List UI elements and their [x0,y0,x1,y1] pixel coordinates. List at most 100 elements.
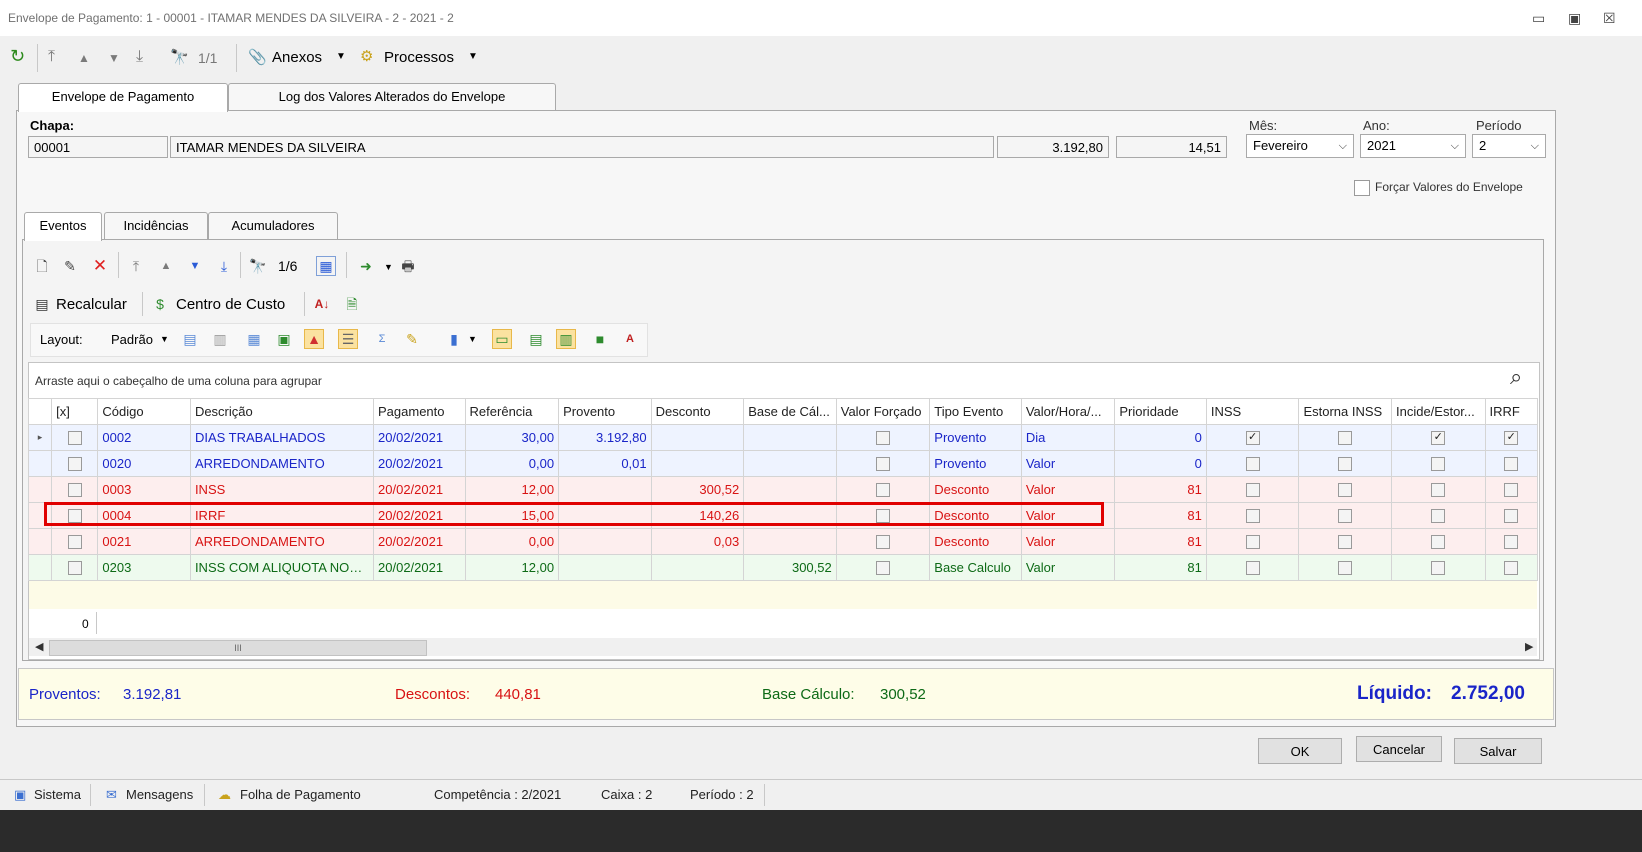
row-select-checkbox[interactable] [67,483,82,498]
irrf-checkbox[interactable] [1504,561,1519,576]
layout-sum-icon[interactable]: Σ [372,329,392,349]
irrf-checkbox[interactable] [1504,483,1519,498]
row-select-cell[interactable] [51,424,99,451]
row-select-cell[interactable] [51,450,99,477]
layout-edit-icon[interactable]: ✎ [402,329,422,349]
cell-referencia[interactable]: 0,00 [464,450,560,477]
cell-tipo-evento[interactable]: Provento [929,450,1022,477]
next-record-icon[interactable]: ▼ [108,51,120,65]
tab-envelope-pagamento[interactable]: Envelope de Pagamento [18,83,228,112]
mes-select[interactable]: Fevereiro ⌵ [1246,134,1354,158]
cell-base-calculo[interactable] [743,424,837,451]
cell-provento[interactable]: 0,01 [558,450,652,477]
view-card-icon[interactable]: ■ [590,329,610,349]
cell-estorna-inss[interactable] [1298,424,1392,451]
view-detail-icon[interactable]: ▥ [556,329,576,349]
cell-estorna-inss[interactable] [1298,554,1392,581]
cell-base-calculo[interactable] [743,476,837,503]
tab-incidencias[interactable]: Incidências [104,212,208,240]
cell-irrf[interactable]: ✓ [1484,424,1539,451]
cell-incide-estorna[interactable] [1390,528,1486,555]
cell-prioridade[interactable]: 81 [1114,528,1207,555]
inss-checkbox[interactable] [1245,535,1260,550]
scroll-right-icon[interactable]: ▶ [1525,640,1533,653]
cell-valor-forcado[interactable] [835,450,931,477]
row-select-checkbox[interactable] [67,431,82,446]
cell-descricao[interactable]: INSS [189,476,375,503]
padrao-dropdown[interactable]: Padrão [111,332,153,347]
valor-forcado-checkbox[interactable] [876,457,890,472]
cell-pagamento[interactable]: 20/02/2021 [373,450,466,477]
cell-tipo-evento[interactable]: Desconto [929,528,1022,555]
tab-log-valores[interactable]: Log dos Valores Alterados do Envelope [228,83,556,111]
cell-valor-forcado[interactable] [835,424,931,451]
estorna-inss-checkbox[interactable] [1338,561,1353,576]
estorna-inss-checkbox[interactable] [1338,483,1353,498]
column-header-select[interactable]: [x] [51,398,99,425]
status-sistema[interactable]: Sistema [34,787,81,802]
centro-custo-button[interactable]: Centro de Custo [176,296,285,313]
cell-descricao[interactable]: ARREDONDAMENTO [189,528,375,555]
cell-desconto[interactable]: 0,03 [650,528,745,555]
restore-button[interactable]: ▣ [1568,10,1581,27]
status-folha[interactable]: Folha de Pagamento [240,787,361,802]
anexos-dropdown-icon[interactable]: ▼ [336,51,346,62]
incide-estorna-checkbox[interactable]: ✓ [1431,431,1446,446]
forcar-valores-checkbox[interactable] [1354,180,1370,196]
cell-valor-hora[interactable]: Valor [1020,554,1116,581]
estorna-inss-checkbox[interactable] [1338,509,1353,524]
anexos-menu[interactable]: Anexos [272,49,322,66]
valor-forcado-checkbox[interactable] [876,535,890,550]
horizontal-scrollbar[interactable]: ◀ III ▶ [29,638,1537,656]
processos-dropdown-icon[interactable]: ▼ [468,51,478,62]
grid-view-icon[interactable]: ▦ [316,256,336,276]
column-header-valor-forcado[interactable]: Valor Forçado [835,398,931,425]
cell-codigo[interactable]: 0002 [97,424,191,451]
irrf-checkbox[interactable]: ✓ [1504,431,1519,446]
row-select-checkbox[interactable] [67,561,82,576]
last-record-icon[interactable]: ⤓ [136,48,143,66]
cell-estorna-inss[interactable] [1298,476,1392,503]
nome-field[interactable]: ITAMAR MENDES DA SILVEIRA [170,136,994,158]
irrf-checkbox[interactable] [1504,509,1519,524]
cell-desconto[interactable] [650,554,745,581]
column-header-incide-estorna[interactable]: Incide/Estor... [1390,398,1486,425]
cell-inss[interactable] [1205,450,1300,477]
cell-base-calculo[interactable] [743,528,837,555]
cell-valor-hora[interactable]: Dia [1020,424,1116,451]
view-font-icon[interactable]: A [620,329,640,349]
cell-referencia[interactable]: 30,00 [464,424,560,451]
table-row[interactable]: ▸ 0002 DIAS TRABALHADOS 20/02/2021 30,00 3.19… [27,424,1539,451]
valor1-field[interactable]: 3.192,80 [997,136,1109,158]
cell-incide-estorna[interactable]: ✓ [1390,424,1486,451]
cell-prioridade[interactable]: 81 [1114,502,1207,529]
layout-copy-icon[interactable]: ▥ [210,329,230,349]
valor-forcado-checkbox[interactable] [876,431,890,446]
table-row[interactable]: 0203 INSS COM ALIQUOTA NOR... 20/02/2021 12… [27,554,1539,581]
cell-referencia[interactable]: 12,00 [464,476,560,503]
cell-valor-hora[interactable]: Valor [1020,450,1116,477]
column-header-prioridade[interactable]: Prioridade [1114,398,1207,425]
row-select-checkbox[interactable] [67,457,82,472]
cell-estorna-inss[interactable] [1298,528,1392,555]
valor2-field[interactable]: 14,51 [1116,136,1227,158]
irrf-checkbox[interactable] [1504,535,1519,550]
estorna-inss-checkbox[interactable] [1338,431,1353,446]
incide-estorna-checkbox[interactable] [1431,483,1446,498]
cell-provento[interactable] [558,476,652,503]
layout-filter-icon[interactable]: ☰ [338,329,358,349]
cell-incide-estorna[interactable] [1390,476,1486,503]
cell-provento[interactable] [558,554,652,581]
cell-irrf[interactable] [1484,450,1539,477]
incide-estorna-checkbox[interactable] [1431,535,1446,550]
cell-incide-estorna[interactable] [1390,502,1486,529]
column-header-desconto[interactable]: Desconto [650,398,745,425]
cell-valor-forcado[interactable] [835,554,931,581]
previous-record-icon[interactable]: ▲ [156,256,176,276]
cell-descricao[interactable]: INSS COM ALIQUOTA NOR... [189,554,375,581]
document-check-icon[interactable]: 🗎 [342,294,362,314]
cell-estorna-inss[interactable] [1298,502,1392,529]
cell-codigo[interactable]: 0003 [97,476,191,503]
cell-tipo-evento[interactable]: Desconto [929,476,1022,503]
scroll-left-icon[interactable]: ◀ [35,640,43,653]
